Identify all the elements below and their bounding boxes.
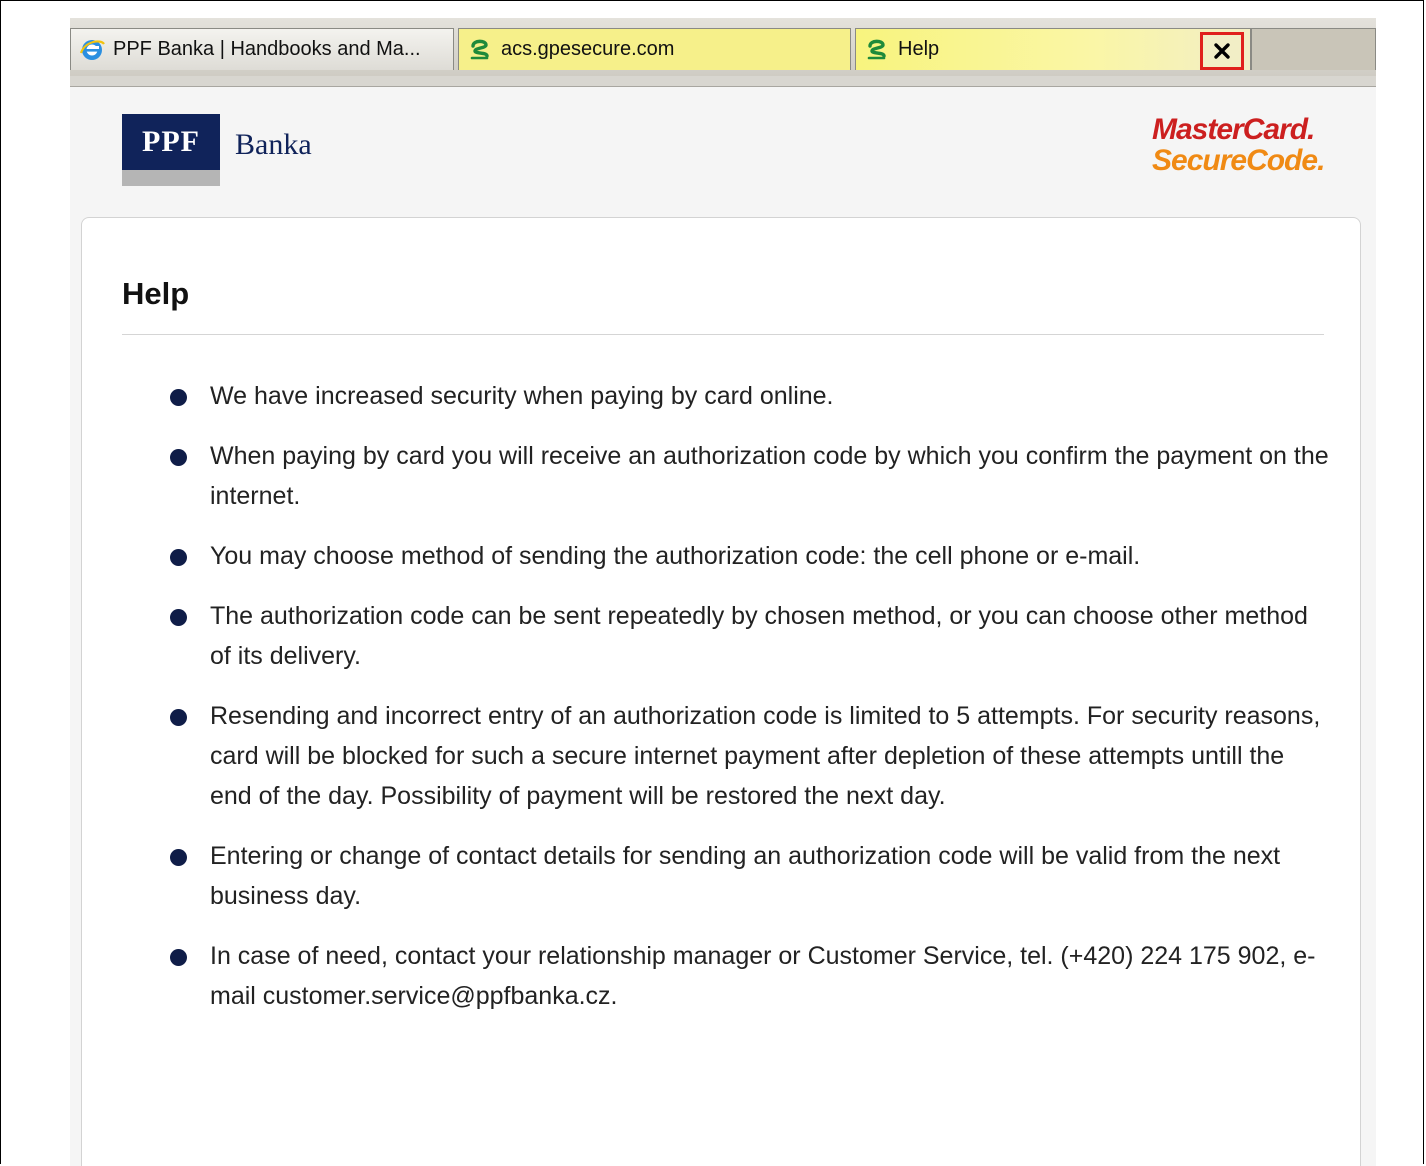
ppf-logo: PPF bbox=[122, 114, 220, 186]
tab-bar: PPF Banka | Handbooks and Ma... acs.gpes… bbox=[70, 18, 1376, 87]
ie-icon bbox=[79, 39, 105, 60]
gpe-icon bbox=[867, 39, 886, 59]
title-divider bbox=[122, 334, 1324, 335]
tab-bar-empty-area[interactable] bbox=[1251, 28, 1376, 70]
bullet-icon bbox=[170, 949, 187, 966]
mastercard-text: MasterCard. bbox=[1152, 113, 1315, 146]
list-item-text: Resending and incorrect entry of an auth… bbox=[210, 702, 1321, 810]
close-icon bbox=[1214, 43, 1230, 59]
list-item-text: We have increased security when paying b… bbox=[210, 382, 834, 410]
bullet-icon bbox=[170, 449, 187, 466]
tab-label: Help bbox=[898, 38, 940, 60]
screenshot-frame: PPF Banka | Handbooks and Ma... acs.gpes… bbox=[0, 0, 1424, 1166]
bullet-icon bbox=[170, 709, 187, 726]
bullet-icon bbox=[170, 549, 187, 566]
tab-label: acs.gpesecure.com bbox=[501, 38, 675, 60]
list-item: Resending and incorrect entry of an auth… bbox=[170, 696, 1330, 816]
help-card: Help We have increased security when pay… bbox=[81, 217, 1361, 1166]
ppf-logo-mark: PPF bbox=[122, 114, 220, 170]
page-title: Help bbox=[122, 276, 190, 311]
list-item-text: You may choose method of sending the aut… bbox=[210, 542, 1141, 570]
bank-name: Banka bbox=[235, 128, 312, 161]
tab-ppf-banka-handbooks[interactable]: PPF Banka | Handbooks and Ma... bbox=[70, 28, 454, 70]
bullet-icon bbox=[170, 849, 187, 866]
list-item: The authorization code can be sent repea… bbox=[170, 596, 1330, 676]
list-item: We have increased security when paying b… bbox=[170, 376, 1330, 416]
tab-label: PPF Banka | Handbooks and Ma... bbox=[113, 38, 421, 60]
list-item-text: Entering or change of contact details fo… bbox=[210, 842, 1281, 910]
tab-acs-gpesecure[interactable]: acs.gpesecure.com bbox=[458, 28, 851, 70]
tab-help[interactable]: Help bbox=[855, 28, 1251, 70]
help-list: We have increased security when paying b… bbox=[170, 376, 1330, 1036]
gpe-icon bbox=[470, 39, 489, 59]
bullet-icon bbox=[170, 389, 187, 406]
list-item-text: In case of need, contact your relationsh… bbox=[210, 942, 1316, 1010]
list-item: Entering or change of contact details fo… bbox=[170, 836, 1330, 916]
securecode-text: SecureCode. bbox=[1152, 144, 1325, 177]
bullet-icon bbox=[170, 609, 187, 626]
browser-viewport: PPF Banka | Handbooks and Ma... acs.gpes… bbox=[70, 18, 1376, 1166]
list-item: In case of need, contact your relationsh… bbox=[170, 936, 1330, 1016]
list-item-text: The authorization code can be sent repea… bbox=[210, 602, 1308, 670]
list-item: When paying by card you will receive an … bbox=[170, 436, 1330, 516]
list-item-text: When paying by card you will receive an … bbox=[210, 442, 1329, 510]
list-item: You may choose method of sending the aut… bbox=[170, 536, 1330, 576]
mastercard-securecode-logo: MasterCard. SecureCode. bbox=[1152, 114, 1332, 176]
ppf-logo-underbar bbox=[122, 170, 220, 186]
close-tab-button[interactable] bbox=[1200, 32, 1244, 70]
